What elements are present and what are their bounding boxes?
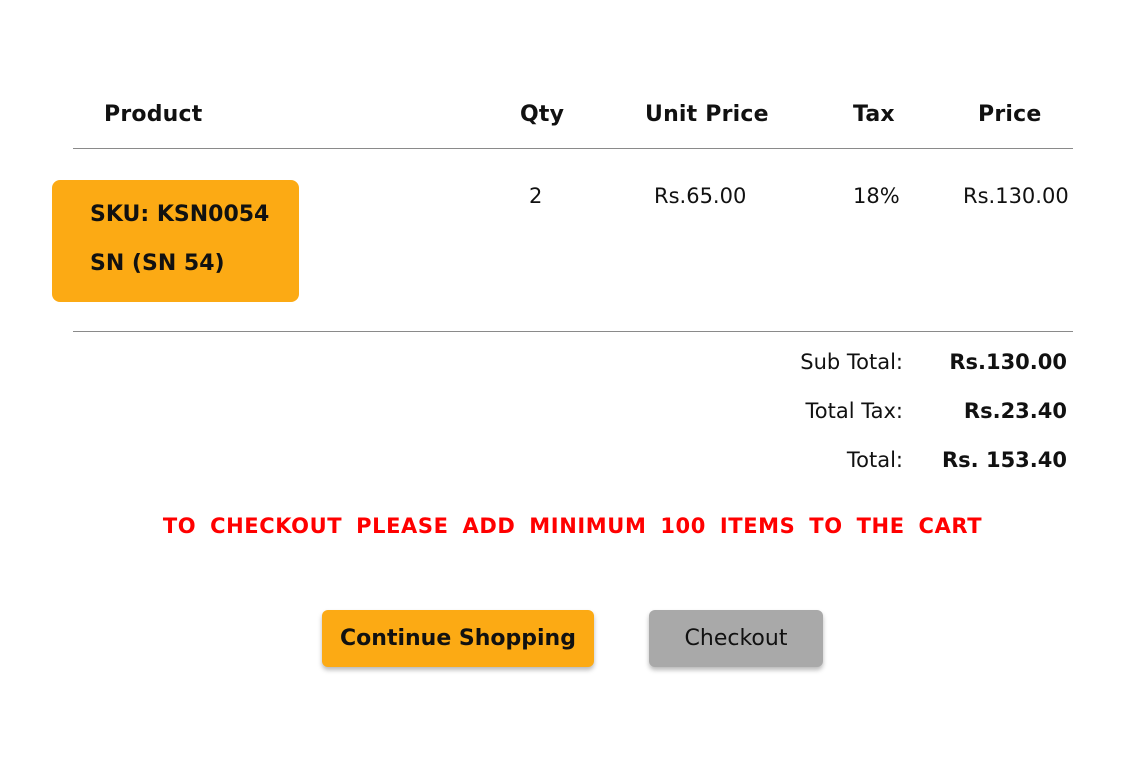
row-divider <box>73 331 1073 332</box>
header-tax: Tax <box>853 102 895 127</box>
total-value: Rs. 153.40 <box>942 448 1067 472</box>
header-unit-price: Unit Price <box>645 102 769 127</box>
product-sku: SKU: KSN0054 <box>90 202 270 227</box>
checkout-label: Checkout <box>684 626 788 651</box>
header-qty: Qty <box>520 102 565 127</box>
header-price: Price <box>978 102 1042 127</box>
total-tax-value: Rs.23.40 <box>963 399 1067 423</box>
minimum-items-notice: TO CHECKOUT PLEASE ADD MINIMUM 100 ITEMS… <box>162 514 983 538</box>
row-price: Rs.130.00 <box>963 184 1069 208</box>
subtotal-label: Sub Total: <box>800 350 903 374</box>
header-divider <box>73 148 1073 149</box>
subtotal-value: Rs.130.00 <box>949 350 1067 374</box>
row-tax: 18% <box>853 184 900 208</box>
total-label: Total: <box>846 448 903 472</box>
row-unit-price: Rs.65.00 <box>654 184 747 208</box>
continue-shopping-label: Continue Shopping <box>340 626 576 651</box>
continue-shopping-button[interactable]: Continue Shopping <box>322 610 594 667</box>
checkout-button[interactable]: Checkout <box>649 610 823 667</box>
row-qty: 2 <box>529 184 543 208</box>
total-tax-label: Total Tax: <box>805 399 903 423</box>
product-name: SN (SN 54) <box>90 251 225 276</box>
header-product: Product <box>104 102 203 127</box>
product-chip[interactable]: SKU: KSN0054 SN (SN 54) <box>52 180 299 302</box>
